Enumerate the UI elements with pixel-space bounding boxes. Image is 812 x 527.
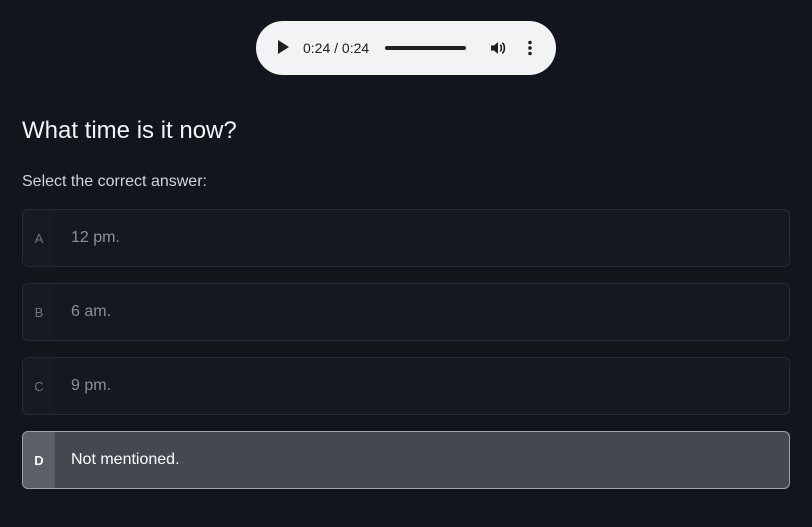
option-letter: D [23,432,55,488]
audio-player[interactable]: 0:24 / 0:24 [256,21,556,75]
option-letter: B [23,284,55,340]
volume-icon-graphic [491,42,506,54]
answer-option-c[interactable]: C 9 pm. [22,357,790,415]
option-text: 12 pm. [71,229,120,246]
play-icon[interactable] [278,40,289,54]
volume-icon[interactable] [488,38,508,58]
listening-question-page: 0:24 / 0:24 What time is it now? Select … [0,0,812,527]
more-vertical-icon-graphic [528,40,532,56]
answer-option-b[interactable]: B 6 am. [22,283,790,341]
audio-time-display: 0:24 / 0:24 [303,40,370,56]
option-letter: A [23,210,55,266]
answer-option-d[interactable]: D Not mentioned. [22,431,790,489]
more-options-icon[interactable] [520,38,540,58]
option-text: 6 am. [71,303,112,320]
option-letter: C [23,358,55,414]
option-text: Not mentioned. [71,451,180,468]
question-title: What time is it now? [22,117,237,144]
option-text: 9 pm. [71,377,112,394]
audio-progress-bar[interactable] [385,46,466,50]
answer-option-a[interactable]: A 12 pm. [22,209,790,267]
question-instruction: Select the correct answer: [22,173,207,190]
